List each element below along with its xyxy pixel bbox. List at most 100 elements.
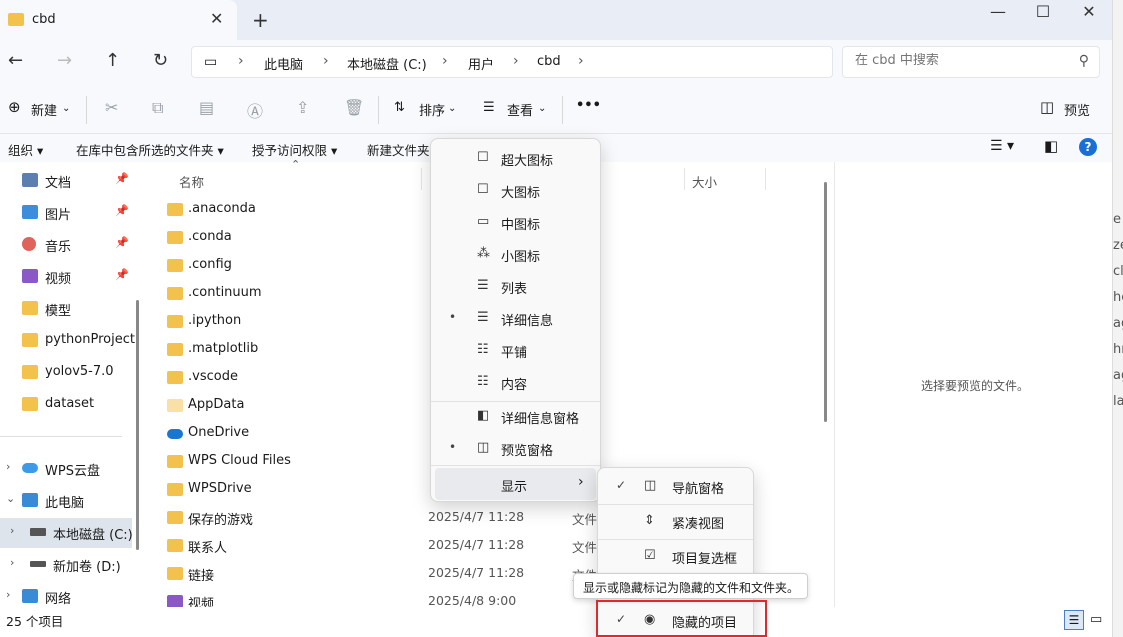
folder-icon	[167, 231, 183, 244]
menu-item-preview-pane[interactable]: • ◫ 预览窗格	[435, 432, 596, 464]
menu-item-content[interactable]: ☷ 内容	[435, 366, 596, 398]
chevron-down-icon: ⌄	[448, 103, 457, 114]
item-name: .vscode	[188, 369, 238, 384]
pictures-icon	[22, 205, 38, 219]
content-icon: ☷	[477, 374, 489, 389]
chevron-right-icon: ›	[323, 53, 329, 69]
nav-item-videos[interactable]: 视频 📌	[0, 262, 132, 292]
square-icon: ☐	[477, 150, 489, 165]
menu-item-large-icons[interactable]: ☐ 大图标	[435, 174, 596, 206]
nav-scrollbar[interactable]	[136, 300, 139, 550]
menu-item-list[interactable]: ☰ 列表	[435, 270, 596, 302]
menu-item-item-checkboxes[interactable]: ☑ 项目复选框	[602, 540, 749, 572]
nav-item-documents[interactable]: 文档 📌	[0, 166, 132, 196]
details-icon: ☰	[477, 310, 489, 325]
divider	[378, 96, 379, 124]
menu-item-details[interactable]: • ☰ 详细信息	[435, 302, 596, 334]
tab-close-icon[interactable]: ✕	[210, 9, 223, 28]
preview-button[interactable]: 预览	[1064, 100, 1090, 119]
breadcrumb-users[interactable]: 用户	[468, 54, 494, 73]
forward-button[interactable]: →	[57, 50, 72, 71]
rename-icon[interactable]: Ⓐ	[247, 98, 263, 122]
tooltip-text: 显示或隐藏标记为隐藏的文件和文件夹。	[583, 581, 800, 595]
details-view-icon[interactable]: ☰	[1064, 610, 1084, 630]
up-button[interactable]: ↑	[105, 50, 120, 71]
item-name: 保存的游戏	[188, 513, 254, 528]
include-library-menu[interactable]: 在库中包含所选的文件夹 ▾	[76, 140, 224, 159]
menu-item-navigation-pane[interactable]: ✓ ◫ 导航窗格	[602, 470, 749, 502]
nav-item-this-pc[interactable]: ⌄ 此电脑	[0, 486, 132, 516]
delete-icon[interactable]: 🗑	[344, 98, 364, 117]
help-icon[interactable]: ?	[1079, 138, 1097, 156]
check-icon: ✓	[616, 478, 627, 492]
list-scrollbar[interactable]	[824, 182, 827, 422]
minimize-button[interactable]: —	[975, 2, 1021, 28]
column-header-size[interactable]: 大小	[692, 172, 717, 191]
breadcrumb-cbd[interactable]: cbd	[537, 54, 561, 69]
share-icon[interactable]: ⇪	[296, 98, 309, 117]
new-folder-button[interactable]: 新建文件夹	[367, 140, 430, 159]
folder-icon	[167, 259, 183, 272]
tab-cbd[interactable]: cbd ✕	[0, 0, 237, 40]
menu-item-medium-icons[interactable]: ▭ 中图标	[435, 206, 596, 238]
divider	[421, 168, 422, 190]
organize-menu[interactable]: 组织 ▾	[8, 140, 43, 159]
refresh-button[interactable]: ↻	[153, 50, 168, 71]
sort-icon: ⇅	[394, 100, 405, 115]
view-button[interactable]: 查看	[507, 100, 533, 119]
edge-text: ag	[1113, 368, 1123, 383]
folder-icon	[167, 287, 183, 300]
menu-item-extra-large-icons[interactable]: ☐ 超大图标	[435, 142, 596, 174]
item-name: OneDrive	[188, 425, 250, 440]
menu-item-small-icons[interactable]: ⁂ 小图标	[435, 238, 596, 270]
sort-button[interactable]: 排序	[419, 100, 445, 119]
nav-item-music[interactable]: 音乐 📌	[0, 230, 132, 260]
menu-item-label: 详细信息窗格	[501, 412, 580, 427]
nav-item-pythonproject[interactable]: pythonProject	[0, 326, 135, 356]
new-tab-button[interactable]: +	[252, 8, 269, 32]
grant-access-menu[interactable]: 授予访问权限 ▾	[252, 140, 337, 159]
item-name: .anaconda	[188, 201, 256, 216]
chevron-down-icon: ⌄	[538, 103, 547, 114]
nav-item-drive-c[interactable]: › 本地磁盘 (C:)	[0, 518, 133, 548]
menu-item-label: 列表	[501, 282, 528, 297]
new-button[interactable]: 新建	[31, 100, 57, 119]
edge-text: la	[1113, 394, 1123, 409]
tiles-view-icon[interactable]: ▭	[1090, 612, 1102, 627]
menu-item-compact-view[interactable]: ⇕ 紧凑视图	[602, 505, 749, 537]
paste-icon[interactable]: ▤	[199, 98, 214, 117]
chevron-right-icon: ›	[578, 53, 584, 69]
address-bar[interactable]: ▭ › 此电脑 › 本地磁盘 (C:) › 用户 › cbd ›	[191, 46, 833, 78]
layout-options-icon[interactable]: ☰ ▾	[990, 138, 1014, 154]
folder-icon	[22, 365, 38, 379]
column-header-name[interactable]: 名称	[179, 172, 204, 191]
search-input[interactable]	[855, 53, 1065, 68]
nav-item-models[interactable]: 模型	[0, 294, 132, 324]
chevron-right-icon: ›	[6, 588, 11, 601]
nav-item-drive-d[interactable]: › 新加卷 (D:)	[0, 550, 132, 580]
nav-item-wps-cloud[interactable]: › WPS云盘	[0, 454, 132, 484]
close-window-button[interactable]: ✕	[1066, 2, 1112, 28]
copy-icon[interactable]: ⧉	[152, 98, 163, 118]
nav-label: pythonProject	[45, 332, 135, 347]
nav-item-pictures[interactable]: 图片 📌	[0, 198, 132, 228]
more-options-button[interactable]: •••	[576, 98, 601, 113]
cut-icon[interactable]: ✂	[105, 98, 118, 117]
breadcrumb-this-pc[interactable]: 此电脑	[264, 54, 303, 73]
menu-item-details-pane[interactable]: ◧ 详细信息窗格	[435, 400, 596, 432]
back-button[interactable]: ←	[8, 50, 23, 71]
nav-item-dataset[interactable]: dataset	[0, 390, 132, 420]
search-box[interactable]: ⚲	[842, 46, 1100, 78]
menu-item-show[interactable]: 显示 ›	[435, 468, 596, 500]
item-name: .matplotlib	[188, 341, 259, 356]
pane-toggle-icon[interactable]: ◧	[1044, 137, 1058, 155]
menu-item-label: 紧凑视图	[672, 517, 725, 532]
menu-item-label: 显示	[501, 480, 528, 495]
item-name: 链接	[188, 569, 215, 584]
view-icon: ☰	[483, 100, 495, 115]
maximize-button[interactable]: ☐	[1020, 2, 1066, 28]
nav-item-yolov5[interactable]: yolov5-7.0	[0, 358, 132, 388]
drive-icon	[30, 561, 46, 567]
menu-item-tiles[interactable]: ☷ 平铺	[435, 334, 596, 366]
breadcrumb-drive-c[interactable]: 本地磁盘 (C:)	[347, 54, 427, 73]
